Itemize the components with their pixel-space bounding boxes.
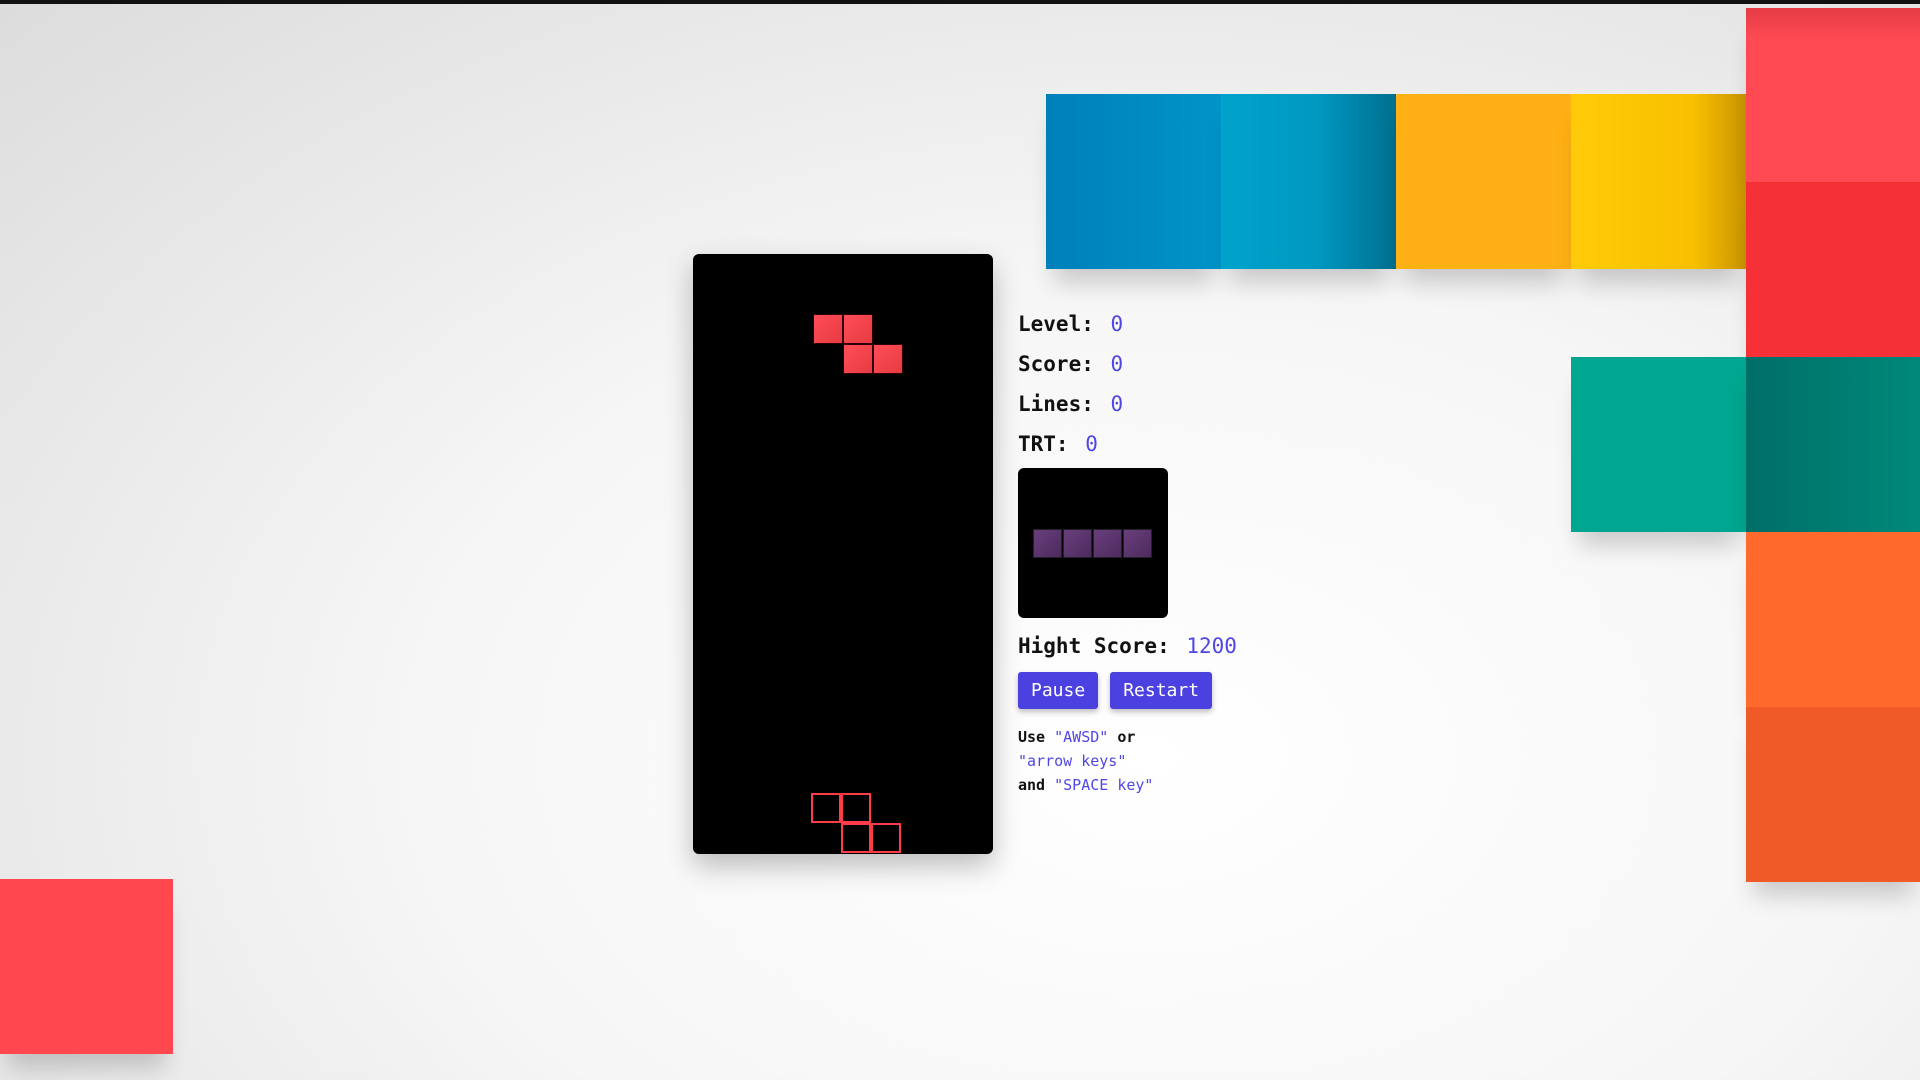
next-piece-block [1033,529,1062,558]
game-board[interactable] [693,254,993,854]
help-text: Use [1018,728,1046,746]
decor-block-red-bottom-left [0,879,173,1054]
help-text: or [1117,728,1136,746]
decor-block-yellow [1571,94,1746,269]
help-line-3: and "SPACE key" [1018,773,1318,797]
high-score-label: Hight Score: [1018,634,1170,658]
ghost-piece-block [841,793,871,823]
restart-button[interactable]: Restart [1110,672,1213,709]
help-key-arrows: "arrow keys" [1018,752,1127,770]
next-piece-block [1123,529,1152,558]
lines-label: Lines: [1018,392,1094,416]
level-stat: Level: 0 [1018,304,1318,344]
active-piece-block [843,314,873,344]
active-piece-block [813,314,843,344]
help-key-awsd: "AWSD" [1054,728,1109,746]
ghost-piece-block [811,793,841,823]
controls-help: Use "AWSD" or "arrow keys" and "SPACE ke… [1018,725,1318,797]
active-piece-block [843,344,873,374]
high-score-value: 1200 [1186,634,1237,658]
help-text: and [1018,776,1046,794]
decor-block-red-1 [1746,8,1920,182]
next-piece-block [1093,529,1122,558]
ghost-piece-block [871,823,901,853]
level-label: Level: [1018,312,1094,336]
info-panel: Level: 0 Score: 0 Lines: 0 TRT: 0 Hight … [1018,304,1318,797]
decor-block-red-2 [1746,182,1920,357]
pause-button[interactable]: Pause [1018,672,1099,709]
decor-block-orange-red-1 [1746,532,1920,707]
trt-stat: TRT: 0 [1018,424,1318,464]
help-key-space: "SPACE key" [1054,776,1154,794]
trt-label: TRT: [1018,432,1069,456]
decor-block-blue [1046,94,1221,269]
high-score-stat: Hight Score: 1200 [1018,626,1318,666]
next-piece-preview [1018,468,1168,618]
decor-block-teal [1571,357,1746,532]
lines-value: 0 [1110,392,1124,416]
trt-value: 0 [1085,432,1098,456]
ghost-piece-block [841,823,871,853]
score-label: Score: [1018,352,1094,376]
score-stat: Score: 0 [1018,344,1318,384]
help-line-1: Use "AWSD" or [1018,725,1318,749]
decor-block-dark-teal [1746,357,1920,532]
level-value: 0 [1110,312,1124,336]
lines-stat: Lines: 0 [1018,384,1318,424]
decor-block-orange [1396,94,1571,269]
active-piece-block [873,344,903,374]
next-piece-block [1063,529,1092,558]
score-value: 0 [1110,352,1124,376]
decor-block-orange-red-2 [1746,707,1920,882]
decor-block-cyan [1221,94,1396,269]
help-line-2: "arrow keys" [1018,749,1318,773]
control-buttons: Pause Restart [1018,672,1318,709]
